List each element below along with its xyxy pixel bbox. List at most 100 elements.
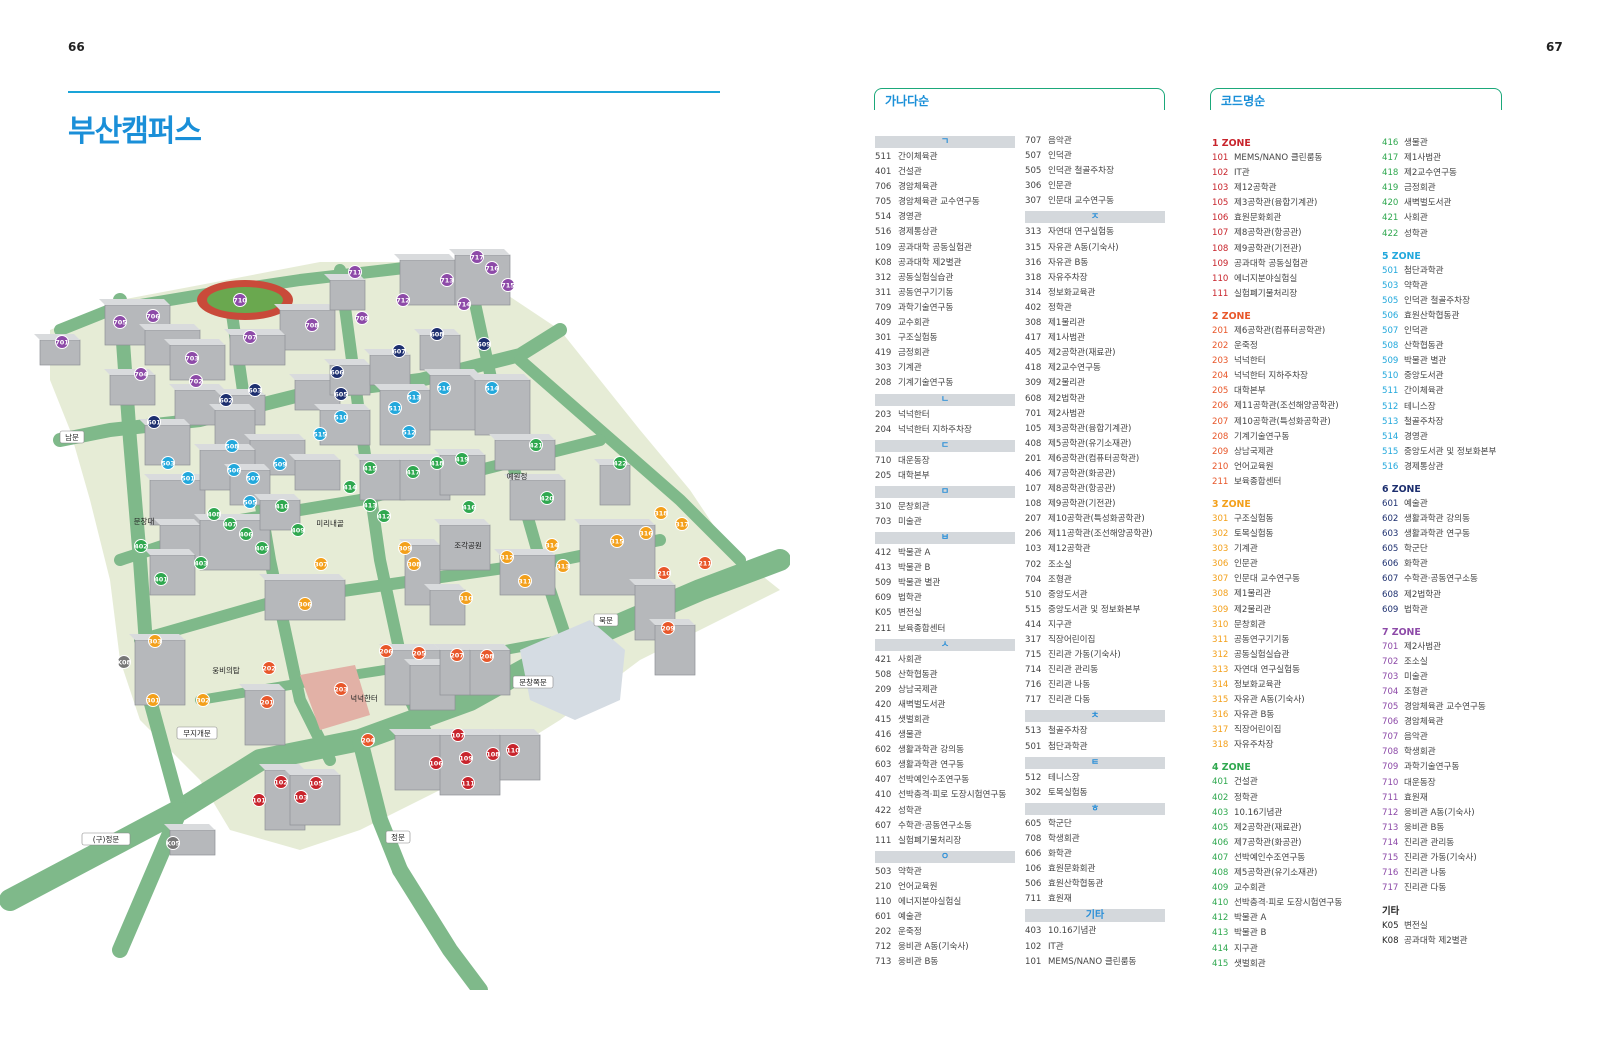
list-item[interactable]: 711 효원재 xyxy=(1382,791,1512,806)
list-item[interactable]: 101 MEMS/NANO 클린룸동 xyxy=(1025,955,1165,970)
list-item[interactable]: 202 운죽정 xyxy=(875,925,1015,940)
building-pin-310[interactable]: 310 xyxy=(459,591,473,605)
list-item[interactable]: 705 경암체육관 교수연구동 xyxy=(875,195,1015,210)
building-pin-701[interactable]: 701 xyxy=(55,335,69,349)
list-item[interactable]: 207 제10공학관(특성화공학관) xyxy=(1212,415,1372,430)
list-item[interactable]: 606 화학관 xyxy=(1382,557,1512,572)
list-item[interactable]: 508 산학협동관 xyxy=(1382,339,1512,354)
building-pin-306[interactable]: 306 xyxy=(298,597,312,611)
list-item[interactable]: 508 산학협동관 xyxy=(875,668,1015,683)
list-item[interactable]: 109 공과대학 공동실험관 xyxy=(1212,257,1372,272)
list-item[interactable]: 603 생활과학관 연구동 xyxy=(875,758,1015,773)
list-item[interactable]: 311 공동연구기기동 xyxy=(875,286,1015,301)
list-item[interactable]: 210 언어교육원 xyxy=(1212,460,1372,475)
list-item[interactable]: 309 제2물리관 xyxy=(1025,376,1165,391)
building-pin-709[interactable]: 709 xyxy=(355,311,369,325)
list-item[interactable]: 101 MEMS/NANO 클린룸동 xyxy=(1212,151,1372,166)
building-pin-401[interactable]: 401 xyxy=(154,572,168,586)
building-pin-207[interactable]: 207 xyxy=(450,648,464,662)
list-item[interactable]: 312 공동실험실습관 xyxy=(875,271,1015,286)
list-item[interactable]: 713 웅비관 B동 xyxy=(875,955,1015,970)
list-item[interactable]: 503 약학관 xyxy=(1382,279,1512,294)
building-pin-706[interactable]: 706 xyxy=(146,309,160,323)
building-pin-506[interactable]: 506 xyxy=(227,463,241,477)
building-pin-702[interactable]: 702 xyxy=(189,374,203,388)
list-item[interactable]: 108 제9공학관(기전관) xyxy=(1212,242,1372,257)
building-pin-314[interactable]: 314 xyxy=(545,538,559,552)
list-item[interactable]: 413 박물관 B xyxy=(1212,926,1372,941)
building-pin-408[interactable]: 408 xyxy=(207,507,221,521)
building-pin-101[interactable]: 101 xyxy=(252,793,266,807)
list-item[interactable]: 111 실험폐기물처리장 xyxy=(1212,287,1372,302)
building-pin-206[interactable]: 206 xyxy=(379,644,393,658)
list-item[interactable]: 309 제2물리관 xyxy=(1212,603,1372,618)
list-item[interactable]: 317 직장어린이집 xyxy=(1212,723,1372,738)
building-pin-607[interactable]: 607 xyxy=(392,344,406,358)
building-pin-106[interactable]: 106 xyxy=(429,756,443,770)
list-item[interactable]: 107 제8공학관(항공관) xyxy=(1025,482,1165,497)
list-item[interactable]: 509 박물관 별관 xyxy=(875,576,1015,591)
list-item[interactable]: 209 상남국제관 xyxy=(875,683,1015,698)
list-item[interactable]: 211 보육종합센터 xyxy=(1212,475,1372,490)
list-item[interactable]: 301 구조실험동 xyxy=(1212,512,1372,527)
list-item[interactable]: 316 자유관 B동 xyxy=(1025,256,1165,271)
list-item[interactable]: 603 생활과학관 연구동 xyxy=(1382,527,1512,542)
list-item[interactable]: 408 제5공학관(유기소재관) xyxy=(1025,437,1165,452)
list-item[interactable]: 201 제6공학관(컴퓨터공학관) xyxy=(1212,324,1372,339)
list-item[interactable]: 607 수학관·공동연구소동 xyxy=(875,819,1015,834)
list-item[interactable]: 204 넉넉한터 지하주차장 xyxy=(1212,369,1372,384)
list-item[interactable]: 513 철골주차장 xyxy=(1025,724,1165,739)
list-item[interactable]: 516 경제통상관 xyxy=(1382,460,1512,475)
list-item[interactable]: 108 제9공학관(기전관) xyxy=(1025,497,1165,512)
list-item[interactable]: K08 공과대학 제2별관 xyxy=(875,256,1015,271)
list-item[interactable]: 204 넉넉한터 지하주차장 xyxy=(875,423,1015,438)
list-item[interactable]: 103 제12공학관 xyxy=(1212,181,1372,196)
list-item[interactable]: 310 문창회관 xyxy=(1212,618,1372,633)
building-pin-708[interactable]: 708 xyxy=(305,318,319,332)
building-pin-416[interactable]: 416 xyxy=(462,500,476,514)
list-item[interactable]: 708 학생회관 xyxy=(1025,832,1165,847)
list-item[interactable]: 206 제11공학관(조선해양공학관) xyxy=(1025,527,1165,542)
list-item[interactable]: 313 자연대 연구실험동 xyxy=(1025,225,1165,240)
list-item[interactable]: 717 진리관 다동 xyxy=(1382,881,1512,896)
building-pin-312[interactable]: 312 xyxy=(500,550,514,564)
list-item[interactable]: 501 첨단과학관 xyxy=(1382,264,1512,279)
list-item[interactable]: 209 상남국제관 xyxy=(1212,445,1372,460)
list-item[interactable]: 421 사회관 xyxy=(875,653,1015,668)
building-pin-110[interactable]: 110 xyxy=(506,743,520,757)
list-item[interactable]: 301 구조실험동 xyxy=(875,331,1015,346)
list-item[interactable]: 420 새벽벌도서관 xyxy=(1382,196,1512,211)
list-item[interactable]: 505 인덕관 철골주차장 xyxy=(1382,294,1512,309)
building-pin-313[interactable]: 313 xyxy=(556,559,570,573)
building-pin-103[interactable]: 103 xyxy=(294,790,308,804)
list-item[interactable]: 609 법학관 xyxy=(875,591,1015,606)
building-pin-608[interactable]: 608 xyxy=(430,327,444,341)
list-item[interactable]: 315 자유관 A동(기숙사) xyxy=(1025,241,1165,256)
building-pin-704[interactable]: 704 xyxy=(134,367,148,381)
building-pin-606[interactable]: 606 xyxy=(330,365,344,379)
list-item[interactable]: 408 제5공학관(유기소재관) xyxy=(1212,866,1372,881)
list-item[interactable]: 414 지구관 xyxy=(1212,942,1372,957)
list-item[interactable]: 702 조소실 xyxy=(1025,558,1165,573)
building-pin-201[interactable]: 201 xyxy=(260,695,274,709)
list-item[interactable]: 314 정보화교육관 xyxy=(1025,286,1165,301)
list-item[interactable]: 710 대운동장 xyxy=(875,454,1015,469)
list-item[interactable]: 511 간이체육관 xyxy=(875,150,1015,165)
building-pin-511[interactable]: 511 xyxy=(388,401,402,415)
building-pin-105[interactable]: 105 xyxy=(309,776,323,790)
list-item[interactable]: K08 공과대학 제2별관 xyxy=(1382,934,1512,949)
list-item[interactable]: 414 지구관 xyxy=(1025,618,1165,633)
building-pin-420[interactable]: 420 xyxy=(540,491,554,505)
building-pin-713[interactable]: 713 xyxy=(440,273,454,287)
list-item[interactable]: 514 경영관 xyxy=(1382,430,1512,445)
list-item[interactable]: 409 교수회관 xyxy=(1212,881,1372,896)
building-pin-510[interactable]: 510 xyxy=(334,410,348,424)
building-pin-111[interactable]: 111 xyxy=(461,776,475,790)
building-pin-508[interactable]: 508 xyxy=(225,439,239,453)
list-item[interactable]: 102 IT관 xyxy=(1212,166,1372,181)
list-item[interactable]: 203 넉넉한터 xyxy=(1212,354,1372,369)
list-item[interactable]: 714 진리관 관리동 xyxy=(1382,836,1512,851)
list-item[interactable]: 601 예술관 xyxy=(1382,497,1512,512)
list-item[interactable]: 207 제10공학관(특성화공학관) xyxy=(1025,512,1165,527)
building-pin-317[interactable]: 317 xyxy=(675,517,689,531)
